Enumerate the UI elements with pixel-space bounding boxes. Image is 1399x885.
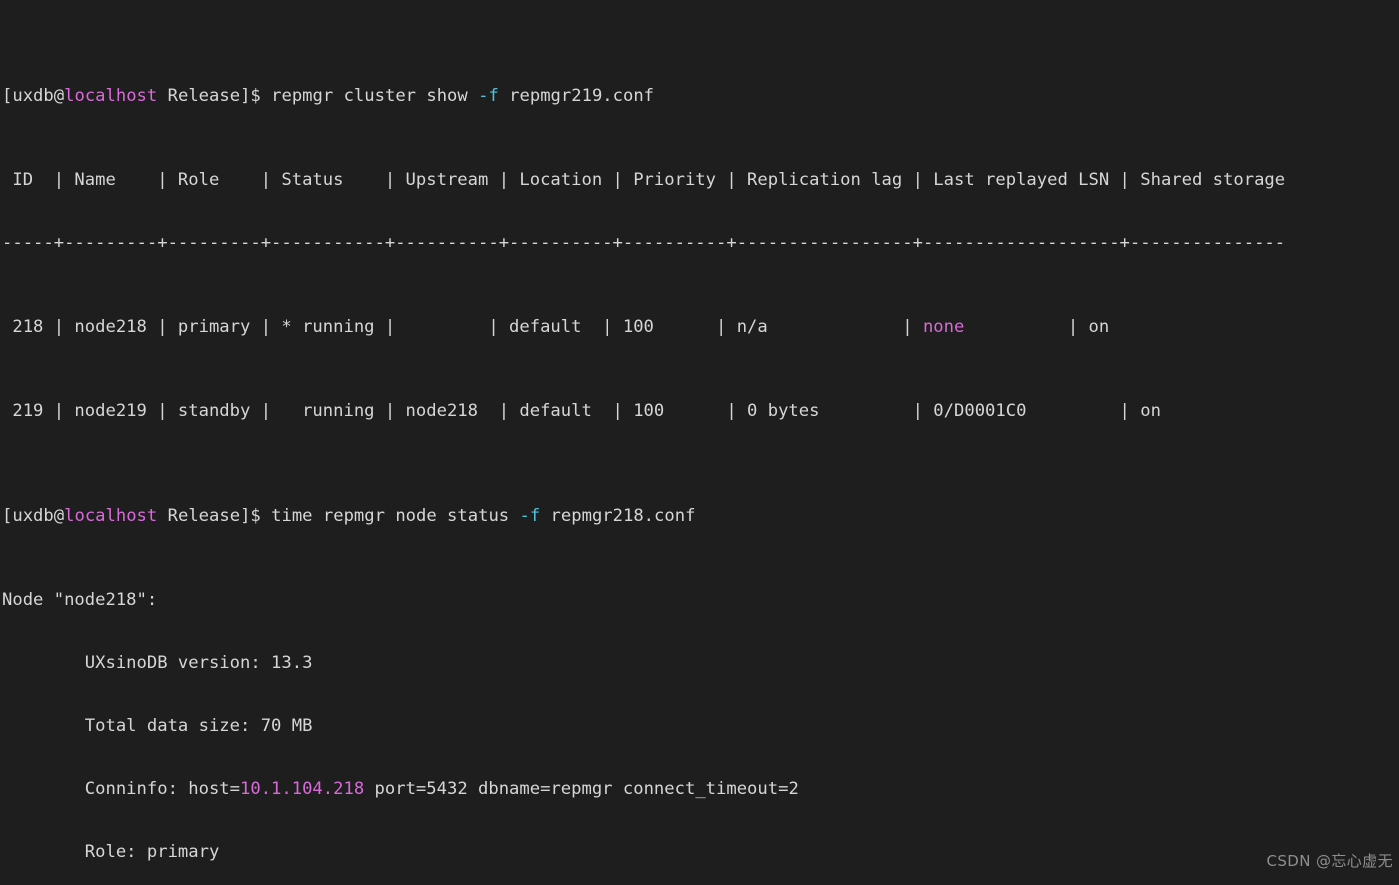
node218-heading: Node "node218": [2,590,158,610]
conninfo-label: Conninfo: host= [2,779,240,799]
command-text-post: repmgr219.conf [498,86,655,106]
row-218-last-replayed-lsn: none [922,317,965,337]
command-flag-f: -f [478,86,499,106]
command-text-post: repmgr218.conf [540,506,696,526]
table-row: 219 | node219 | standby | running | node… [2,401,1161,421]
prompt-host: localhost [64,86,158,106]
node218-field-version: UXsinoDB version: 13.3 [2,653,313,673]
conninfo-host-ip: 10.1.104.218 [240,779,365,799]
cluster-table-header: ID | Name | Role | Status | Upstream | L… [2,170,1286,190]
prompt-at: @ [53,86,65,106]
prompt-close-bracket: ] [240,86,251,106]
row-218-suffix: | on [964,317,1110,337]
row-218-middle: | default | 100 | n/a | [405,317,923,337]
prompt-cwd: Release [167,506,241,526]
prompt-space-1 [157,506,167,526]
prompt-line-cluster-show: [uxdb@localhost Release]$ repmgr cluster… [2,86,1399,107]
command-flag-f: -f [519,506,541,526]
node218-field-data-size: Total data size: 70 MB [2,716,313,736]
prompt-user: uxdb [12,86,54,106]
prompt-line-node-status-218: [uxdb@localhost Release]$ time repmgr no… [2,506,1399,527]
prompt-space-2 [261,86,271,106]
terminal-window[interactable]: [uxdb@localhost Release]$ repmgr cluster… [0,0,1399,885]
conninfo-rest: port=5432 dbname=repmgr connect_timeout=… [364,779,799,799]
row-218-prefix: 218 | node218 | primary | * running | [2,317,406,337]
node218-field-conninfo: Conninfo: host=10.1.104.218 port=5432 db… [2,779,1399,800]
cluster-table-separator: -----+---------+---------+-----------+--… [2,233,1286,253]
prompt-sigil: $ [250,86,261,106]
command-text-pre: time repmgr node status [271,506,520,526]
prompt-open-bracket: [ [2,506,13,526]
csdn-watermark: CSDN @忘心虚无 [1266,852,1393,870]
node218-field-role: Role: primary [2,842,220,862]
command-text-pre: repmgr cluster show [271,86,479,106]
prompt-sigil: $ [250,506,261,526]
prompt-open-bracket: [ [2,86,13,106]
prompt-host: localhost [64,506,158,526]
table-row: 218 | node218 | primary | * running | | … [2,317,1399,338]
prompt-space-2 [261,506,271,526]
prompt-close-bracket: ] [240,506,251,526]
prompt-at: @ [53,506,65,526]
prompt-cwd: Release [167,86,241,106]
prompt-space-1 [157,86,167,106]
prompt-user: uxdb [12,506,54,526]
